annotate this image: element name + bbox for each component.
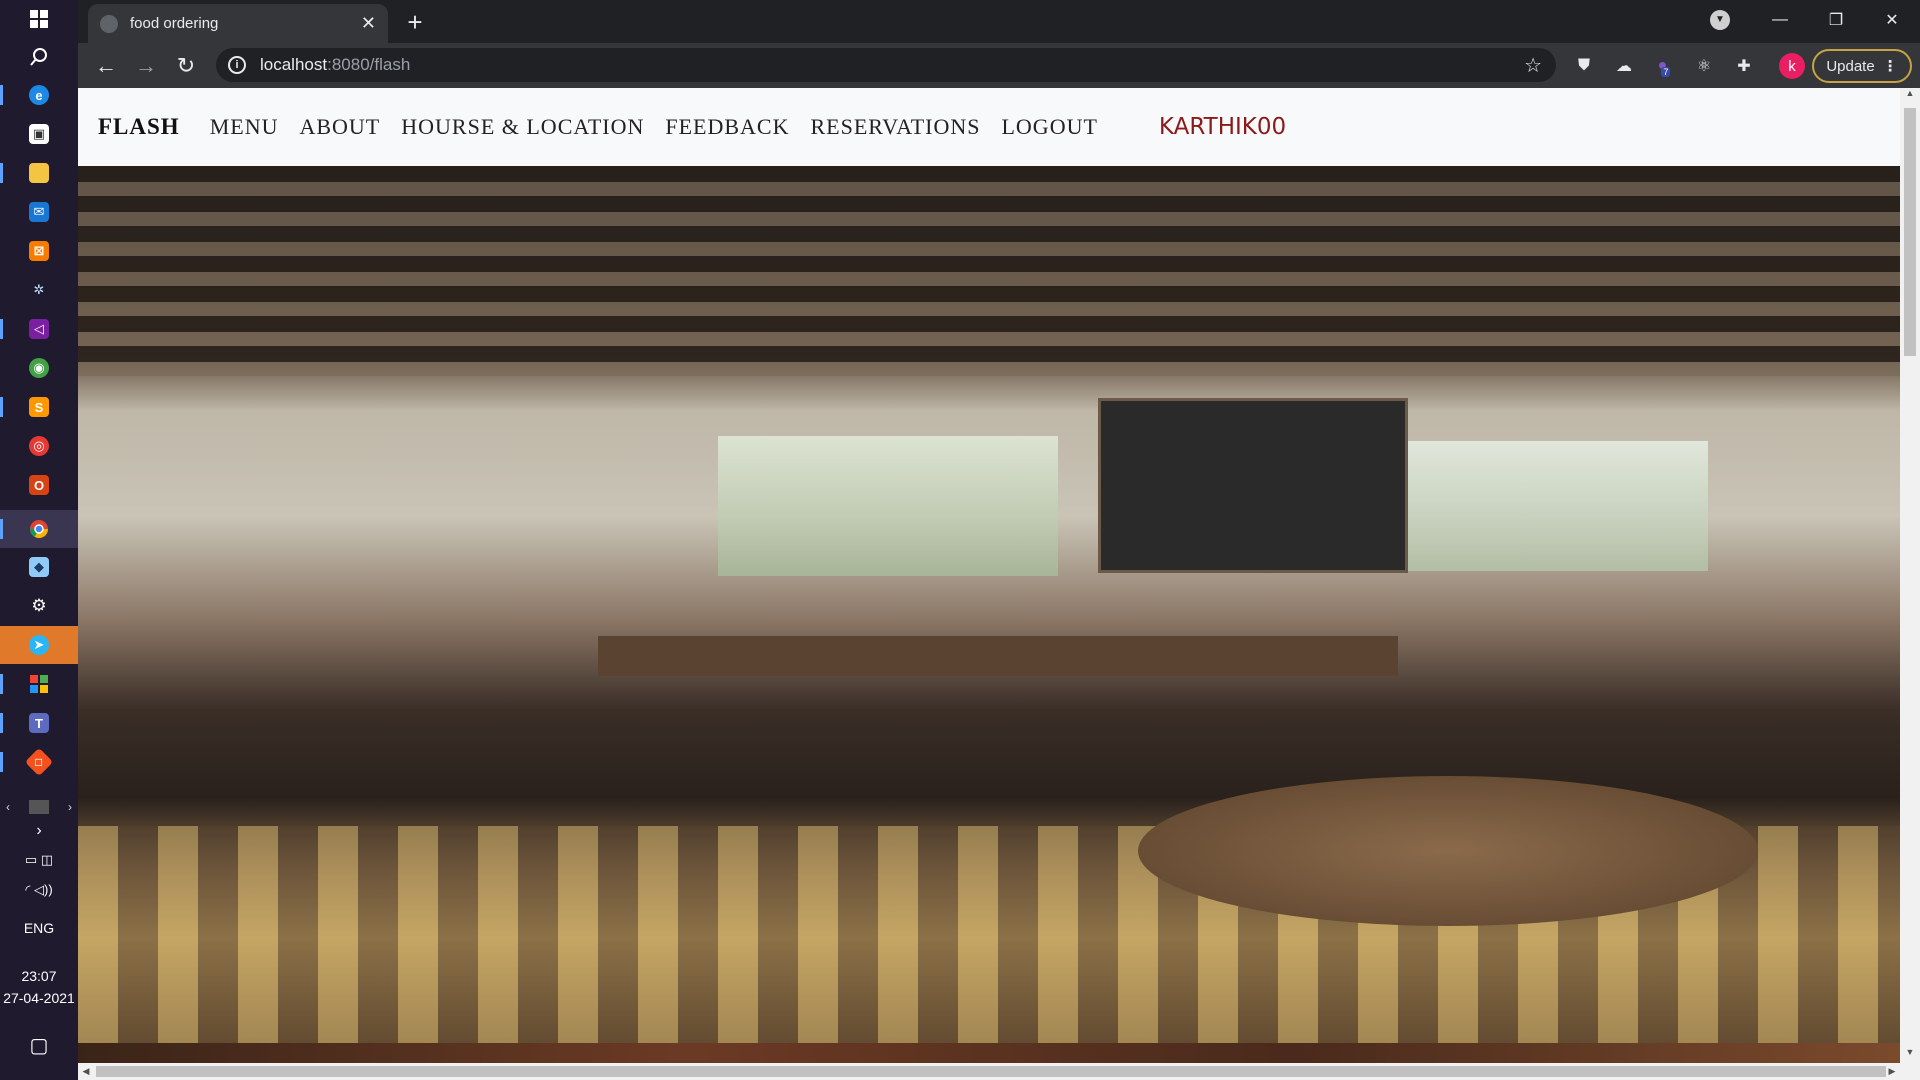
forward-arrow-icon[interactable]: →	[130, 50, 162, 82]
visual-studio-icon[interactable]: ◁	[0, 310, 78, 348]
new-tab-button[interactable]: +	[400, 8, 430, 38]
store-icon[interactable]: ▣	[0, 115, 78, 153]
horizontal-scrollbar[interactable]: ◀ ▶	[78, 1063, 1920, 1080]
vertical-scrollbar[interactable]: ▲ ▼	[1900, 88, 1920, 1063]
chrome-icon[interactable]	[0, 510, 78, 548]
xampp-icon[interactable]: ⊠	[0, 232, 78, 270]
profile-avatar[interactable]: k	[1779, 53, 1805, 79]
page-viewport: FLASH MENU ABOUT HOURSE & LOCATION FEEDB…	[78, 88, 1920, 1080]
reload-icon[interactable]: ↻	[170, 50, 202, 82]
browser-tab-active[interactable]: food ordering ✕	[88, 4, 388, 43]
clock-date[interactable]: 27-04-2021	[0, 990, 78, 1006]
nav-logout[interactable]: LOGOUT	[1001, 114, 1097, 140]
tab-search-chevron-icon[interactable]: ▼	[1710, 10, 1730, 30]
nav-hours-location[interactable]: HOURSE & LOCATION	[401, 114, 644, 140]
search-icon[interactable]	[0, 38, 78, 76]
settings-icon[interactable]: ⚙	[0, 587, 78, 625]
vertical-scroll-thumb[interactable]	[1904, 108, 1916, 356]
settings-gear-icon[interactable]: ✲	[0, 271, 78, 309]
telegram-icon[interactable]: ➤	[0, 626, 78, 664]
mail-icon[interactable]: ✉	[0, 193, 78, 231]
chevron-right-icon[interactable]: ›	[68, 800, 72, 814]
logged-in-username: KARTHIK00	[1158, 114, 1287, 140]
nav-about[interactable]: ABOUT	[299, 114, 380, 140]
chevron-left-icon[interactable]: ‹	[6, 800, 10, 814]
git-icon[interactable]: ◇	[0, 743, 78, 781]
back-arrow-icon[interactable]: ←	[90, 50, 122, 82]
extension-badge: 7	[1661, 67, 1671, 77]
url-host: localhost	[260, 55, 328, 74]
window-controls: — ❐ ✕	[1752, 0, 1920, 40]
photo-chalkboard	[1098, 398, 1408, 573]
scroll-left-arrow-icon[interactable]: ◀	[78, 1063, 94, 1080]
language-indicator[interactable]: ENG	[0, 920, 78, 936]
globe-favicon-icon	[100, 14, 118, 33]
nav-reservations[interactable]: RESERVATIONS	[811, 114, 981, 140]
show-more-chevron-icon[interactable]: ›	[0, 822, 78, 840]
site-info-icon[interactable]: i	[228, 56, 246, 74]
taskbar-scroll-thumb[interactable]	[29, 800, 49, 814]
browser-window: food ordering ✕ + ▼ — ❐ ✕ ← → ↻ i localh…	[78, 0, 1920, 1080]
close-window-icon[interactable]: ✕	[1864, 0, 1920, 40]
office-icon[interactable]: O	[0, 466, 78, 504]
photo-window-left	[718, 436, 1058, 576]
app-blue-icon[interactable]: ◆	[0, 548, 78, 586]
teams-icon[interactable]: T	[0, 704, 78, 742]
ceiling-beams	[78, 166, 1900, 376]
address-bar[interactable]: i localhost:8080/flash ☆	[216, 48, 1556, 82]
scroll-down-arrow-icon[interactable]: ▼	[1900, 1047, 1920, 1063]
edge-icon[interactable]: e	[0, 76, 78, 114]
clock-time[interactable]: 23:07	[0, 968, 78, 984]
windows-start-icon[interactable]	[0, 0, 78, 38]
badge-extension-icon[interactable]: ● 7	[1652, 54, 1676, 78]
puzzle-extension-icon[interactable]: ☁	[1612, 54, 1636, 78]
hero-restaurant-photo	[78, 166, 1900, 1043]
update-button[interactable]: Update ⋮	[1812, 49, 1912, 83]
sublime-icon[interactable]: S	[0, 388, 78, 426]
nav-menu[interactable]: MENU	[210, 114, 279, 140]
extensions-puzzle-icon[interactable]: ✚	[1732, 54, 1756, 78]
next-section-image-edge	[78, 1043, 1900, 1063]
react-devtools-icon[interactable]: ⚛	[1692, 54, 1716, 78]
photo-round-table	[1138, 776, 1758, 926]
photo-bar-counter	[598, 636, 1398, 676]
photo-window-right	[1408, 441, 1708, 571]
update-label: Update	[1826, 57, 1875, 75]
site-navbar: FLASH MENU ABOUT HOURSE & LOCATION FEEDB…	[78, 88, 1900, 166]
battery-icon[interactable]: ▭ ◫	[0, 852, 78, 868]
bookmark-star-icon[interactable]: ☆	[1524, 53, 1542, 78]
photos-icon[interactable]	[0, 665, 78, 703]
windows-taskbar: e ▣ ✉ ⊠ ✲ ◁ ◉ S ◎ O ◆ ⚙ ➤ T ◇ ‹ › › ▭ ◫ …	[0, 0, 78, 1080]
tab-title: food ordering	[130, 15, 219, 32]
url-path: :8080/flash	[327, 55, 411, 74]
taskbar-scroll[interactable]: ‹ ›	[0, 797, 78, 817]
site-brand[interactable]: FLASH	[98, 114, 180, 140]
android-studio-icon[interactable]: ◉	[0, 349, 78, 387]
horizontal-scroll-thumb[interactable]	[96, 1066, 1886, 1077]
kebab-menu-icon[interactable]: ⋮	[1883, 57, 1898, 75]
browser-toolbar: ← → ↻ i localhost:8080/flash ☆ ⛊ ☁ ● 7 ⚛ …	[78, 43, 1920, 88]
restore-icon[interactable]: ❐	[1808, 0, 1864, 40]
network-volume-icon[interactable]: ◜ ◁))	[0, 882, 78, 898]
app-red-icon[interactable]: ◎	[0, 427, 78, 465]
action-center-icon[interactable]: ▢	[0, 1033, 78, 1058]
file-explorer-icon[interactable]	[0, 154, 78, 192]
scroll-right-arrow-icon[interactable]: ▶	[1884, 1063, 1900, 1080]
browser-titlebar: food ordering ✕ + ▼ — ❐ ✕	[78, 0, 1920, 43]
minimize-icon[interactable]: —	[1752, 0, 1808, 40]
nav-feedback[interactable]: FEEDBACK	[665, 114, 789, 140]
scroll-up-arrow-icon[interactable]: ▲	[1900, 88, 1920, 104]
shield-extension-icon[interactable]: ⛊	[1572, 54, 1596, 78]
tab-close-icon[interactable]: ✕	[361, 13, 376, 34]
